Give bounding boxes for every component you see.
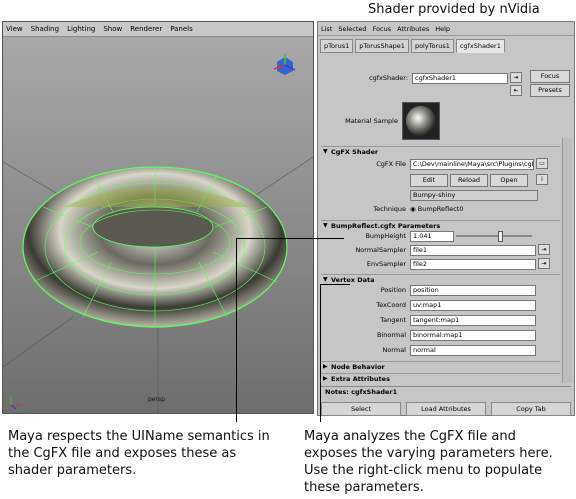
ae-menu-attributes[interactable]: Attributes	[397, 25, 429, 33]
shader-output-icon[interactable]: ⇤	[510, 85, 522, 96]
ae-menubar: List Selected Focus Attributes Help	[318, 22, 574, 36]
pointer-line-left	[236, 238, 237, 422]
pointer-line-left-horizontal	[236, 238, 344, 239]
tab-cgfxshader1[interactable]: cgfxShader1	[455, 39, 505, 53]
vertex-field-binormal[interactable]: binormal:map1	[410, 330, 536, 341]
vertex-label-texcoord: TexCoord	[376, 301, 406, 309]
vp-menu-show[interactable]: Show	[103, 25, 122, 33]
torus-mesh[interactable]	[22, 166, 288, 328]
technique-value: BumpReflect0	[417, 205, 464, 213]
copy-tab-button[interactable]: Copy Tab	[491, 402, 571, 416]
map-button-icon[interactable]: ⇥	[538, 244, 550, 255]
tab-ptorusshape1[interactable]: pTorusShape1	[355, 39, 409, 53]
viewport-scene[interactable]: persp	[3, 37, 313, 413]
vertex-field-texcoord[interactable]: uv:map1	[410, 300, 536, 311]
info-icon[interactable]: i	[536, 174, 548, 185]
caption-right-line: Use the right-click menu to populate	[304, 463, 543, 478]
ae-tabs: pTorus1 pTorusShape1 polyTorus1 cgfxShad…	[318, 36, 574, 53]
expand-triangle-icon: ▼	[323, 148, 328, 155]
edit-button[interactable]: Edit	[410, 174, 448, 187]
material-sample-label: Material Sample	[345, 117, 398, 125]
ae-menu-help[interactable]: Help	[435, 25, 450, 33]
cgfx-section-header[interactable]: ▼ CgFX Shader	[321, 146, 560, 157]
folder-icon[interactable]: ▭	[536, 158, 548, 169]
caption-right-line: Maya analyzes the CgFX file and	[304, 429, 516, 444]
focus-button[interactable]: Focus	[530, 70, 570, 83]
params-section-label: BumpReflect.cgfx Parameters	[331, 222, 441, 230]
cgfx-section-label: CgFX Shader	[331, 148, 379, 156]
caption-left-line: shader parameters.	[8, 463, 137, 478]
radio-dot-icon: ◉	[410, 205, 416, 213]
cgfx-file-field[interactable]: C:\Dev\mainline\Maya\src\Plugins\cgFX\	[410, 159, 534, 170]
vertex-label-normal: Normal	[382, 346, 406, 354]
node-behavior-section-header[interactable]: ▶ Node Behavior	[321, 361, 560, 372]
extra-attributes-section-header[interactable]: ▶ Extra Attributes	[321, 373, 560, 384]
vertex-label-tangent: Tangent	[380, 316, 406, 324]
extra-attributes-label: Extra Attributes	[331, 375, 390, 383]
material-sphere-icon	[406, 106, 436, 136]
vertex-field-normal[interactable]: normal	[410, 345, 536, 356]
param-label-envsampler: EnvSampler	[366, 260, 406, 268]
caption-left-line: the CgFX file and exposes these as	[8, 446, 237, 461]
presets-button[interactable]: Presets	[530, 84, 570, 97]
description-field: Bumpy-shiny	[410, 190, 538, 201]
technique-radio[interactable]: ◉ BumpReflect0	[410, 205, 463, 213]
vertex-field-tangent[interactable]: tangent:map1	[410, 315, 536, 326]
bumpheight-slider-thumb[interactable]	[497, 231, 503, 242]
node-behavior-label: Node Behavior	[331, 363, 385, 371]
viewport-menubar: View Shading Lighting Show Renderer Pane…	[3, 22, 313, 37]
notes-label: Notes: cgfxShader1	[321, 386, 571, 397]
map-button-icon[interactable]: ⇥	[538, 258, 550, 269]
reload-button[interactable]: Reload	[450, 174, 488, 187]
param-field-bumpheight[interactable]: 1.041	[410, 231, 454, 242]
caption-top: Shader provided by nVidia	[368, 2, 540, 17]
caption-left-line: Maya respects the UIName semantics in	[8, 429, 270, 444]
viewport-panel[interactable]: View Shading Lighting Show Renderer Pane…	[2, 21, 314, 414]
vp-menu-lighting[interactable]: Lighting	[67, 25, 95, 33]
technique-label: Technique	[373, 205, 406, 213]
caption-right-line: these parameters.	[304, 480, 424, 495]
attribute-editor: List Selected Focus Attributes Help pTor…	[317, 21, 575, 416]
param-field-normalsampler[interactable]: file1	[410, 245, 536, 256]
collapse-triangle-icon: ▶	[323, 375, 328, 382]
vertex-label-binormal: Binormal	[376, 331, 406, 339]
shader-select-icon[interactable]: ⇥	[510, 72, 522, 83]
select-button[interactable]: Select	[321, 402, 401, 416]
vertex-section-header[interactable]: ▼ Vertex Data	[321, 274, 560, 285]
ae-menu-selected[interactable]: Selected	[338, 25, 366, 33]
vertex-section-label: Vertex Data	[331, 276, 375, 284]
tab-polytorus1[interactable]: polyTorus1	[410, 39, 454, 53]
caption-right: Maya analyzes the CgFX file and exposes …	[304, 428, 576, 496]
cgfx-file-label: CgFX File	[376, 160, 406, 168]
camera-label: persp	[148, 396, 165, 403]
ae-scrollbar[interactable]	[562, 138, 572, 383]
param-label-normalsampler: NormalSampler	[355, 246, 406, 254]
caption-right-line: exposes the varying parameters here.	[304, 446, 553, 461]
vertex-field-position[interactable]: position	[410, 285, 536, 296]
load-attributes-button[interactable]: Load Attributes	[406, 402, 486, 416]
material-sample-swatch	[402, 102, 440, 140]
vp-menu-view[interactable]: View	[6, 25, 23, 33]
open-button[interactable]: Open	[490, 174, 528, 187]
vp-menu-renderer[interactable]: Renderer	[130, 25, 162, 33]
vertex-label-position: Position	[380, 286, 406, 294]
bumpheight-slider-track[interactable]	[456, 235, 532, 237]
vp-menu-shading[interactable]: Shading	[31, 25, 59, 33]
param-field-envsampler[interactable]: file2	[410, 259, 536, 270]
params-section-header[interactable]: ▼ BumpReflect.cgfx Parameters	[321, 220, 560, 231]
pointer-line-right	[320, 284, 321, 422]
expand-triangle-icon: ▼	[323, 222, 328, 229]
shader-name-label: cgfxShader:	[369, 74, 408, 82]
caption-left: Maya respects the UIName semantics in th…	[8, 428, 308, 479]
ae-menu-focus[interactable]: Focus	[373, 25, 392, 33]
viewport-scene-svg	[3, 37, 313, 413]
tab-ptorus1[interactable]: pTorus1	[320, 39, 354, 53]
ae-menu-list[interactable]: List	[321, 25, 332, 33]
vp-menu-panels[interactable]: Panels	[170, 25, 193, 33]
pointer-line-right-horizontal	[320, 284, 350, 285]
collapse-triangle-icon: ▶	[323, 363, 328, 370]
shader-name-field[interactable]: cgfxShader1	[412, 73, 508, 84]
